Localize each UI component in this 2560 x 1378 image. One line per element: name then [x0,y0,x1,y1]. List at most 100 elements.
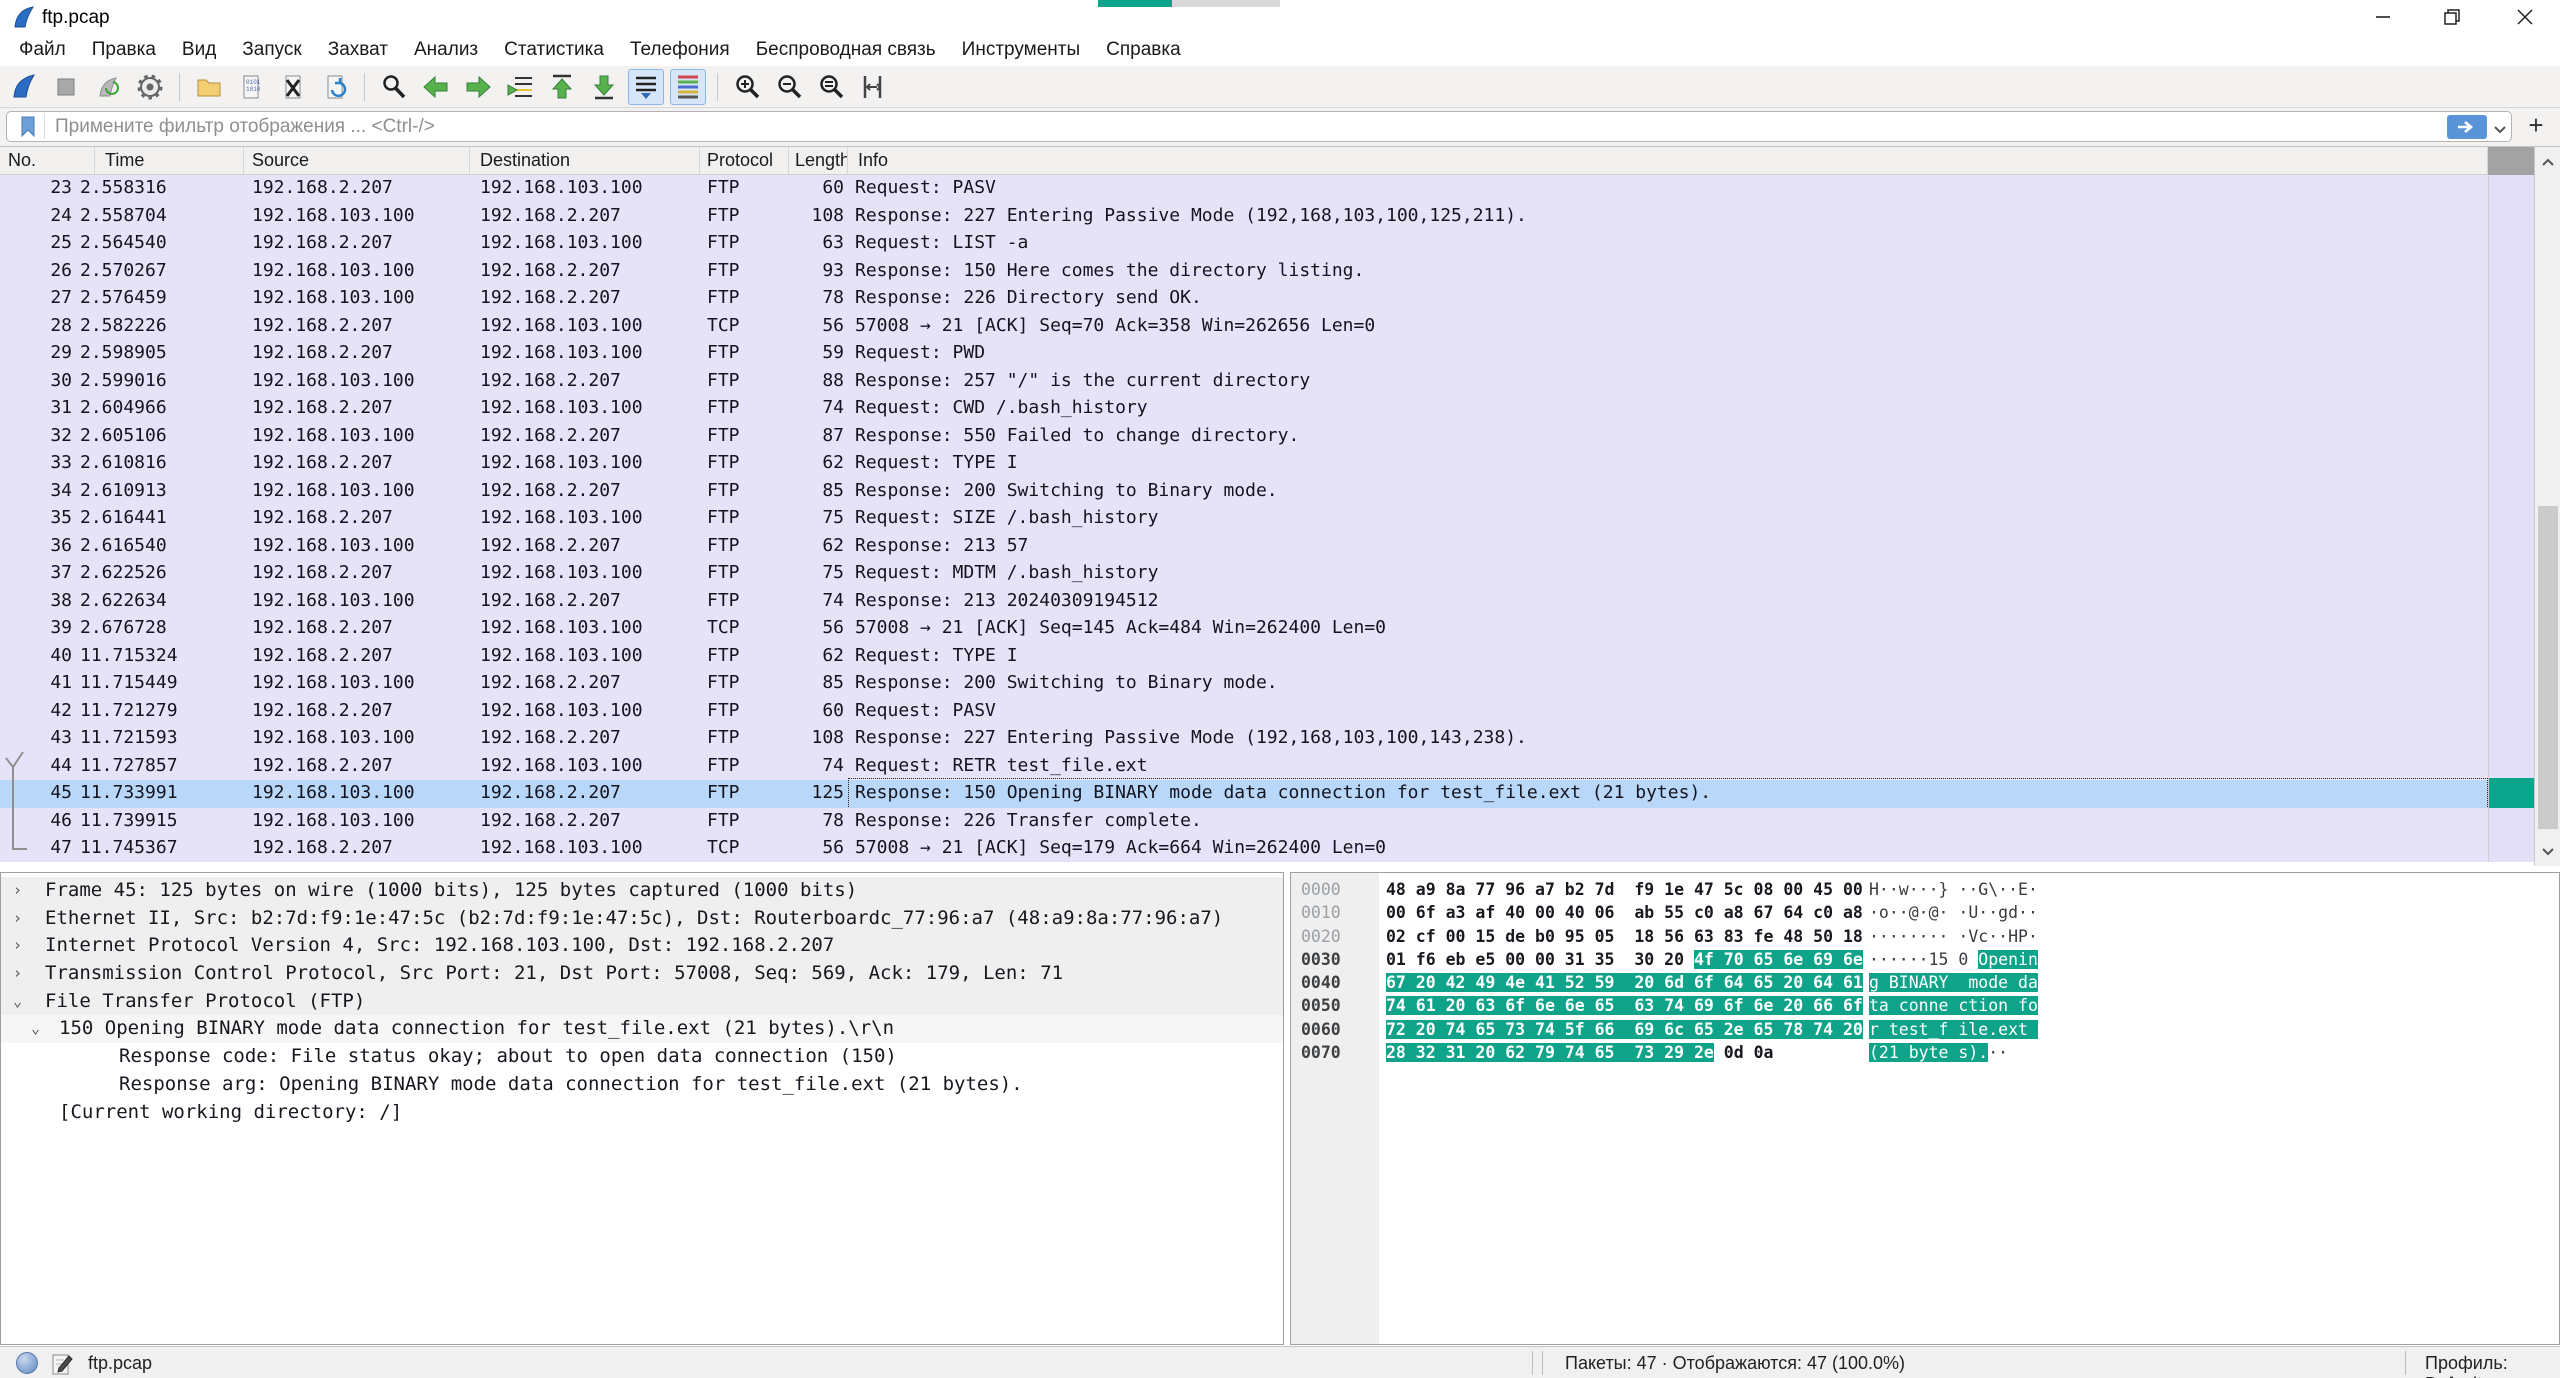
packet-row-40[interactable]: 4011.715324192.168.2.207192.168.103.100F… [0,643,2488,671]
scroll-up-button[interactable] [2535,147,2560,177]
column-header-length[interactable]: Length [789,147,848,175]
menu-item-9[interactable]: Беспроводная связь [743,36,949,64]
packet-row-43[interactable]: 4311.721593192.168.103.100192.168.2.207F… [0,725,2488,753]
add-filter-button[interactable]: + [2520,110,2552,140]
hex-row-0030[interactable]: 003001 f6 eb e5 00 00 31 35 30 20 4f 70 … [1291,948,2559,971]
expander-closed-icon[interactable]: › [13,905,22,933]
packet-row-47[interactable]: 4711.745367192.168.2.207192.168.103.100T… [0,835,2488,863]
expert-info-icon[interactable] [16,1352,38,1374]
zoom-out-icon[interactable] [771,69,807,105]
packet-row-28[interactable]: 282.582226192.168.2.207192.168.103.100TC… [0,313,2488,341]
packet-row-24[interactable]: 242.558704192.168.103.100192.168.2.207FT… [0,203,2488,231]
filter-bookmark-icon[interactable] [11,114,45,139]
restore-button[interactable] [2419,0,2485,34]
capture-options-gear-icon[interactable] [132,69,168,105]
detail-row-6[interactable]: ⌄150 Opening BINARY mode data connection… [1,1015,1283,1043]
status-profile[interactable]: Профиль: Default [2425,1353,2560,1378]
detail-row-5[interactable]: ⌄File Transfer Protocol (FTP) [1,988,1283,1016]
go-last-packet-icon[interactable] [586,69,622,105]
packet-row-34[interactable]: 342.610913192.168.103.100192.168.2.207FT… [0,478,2488,506]
expander-closed-icon[interactable]: › [13,877,22,905]
hex-row-0060[interactable]: 006072 20 74 65 73 74 5f 66 69 6c 65 2e … [1291,1018,2559,1041]
zoom-in-icon[interactable] [729,69,765,105]
reload-file-icon[interactable] [317,69,353,105]
packet-row-32[interactable]: 322.605106192.168.103.100192.168.2.207FT… [0,423,2488,451]
detail-row-8[interactable]: Response arg: Opening BINARY mode data c… [1,1071,1283,1099]
packet-row-23[interactable]: 232.558316192.168.2.207192.168.103.100FT… [0,175,2488,203]
hex-row-0020[interactable]: 002002 cf 00 15 de b0 95 05 18 56 63 83 … [1291,925,2559,948]
save-file-icon[interactable]: 01011010 [233,69,269,105]
packet-row-38[interactable]: 382.622634192.168.103.100192.168.2.207FT… [0,588,2488,616]
filter-dropdown-caret[interactable] [2493,122,2507,140]
detail-row-9[interactable]: [Current working directory: /] [1,1099,1283,1127]
menu-item-5[interactable]: Захват [315,36,401,64]
scroll-down-button[interactable] [2535,836,2560,866]
column-header-protocol[interactable]: Protocol [700,147,789,175]
packet-row-31[interactable]: 312.604966192.168.2.207192.168.103.100FT… [0,395,2488,423]
auto-scroll-icon[interactable] [628,69,664,105]
packet-row-29[interactable]: 292.598905192.168.2.207192.168.103.100FT… [0,340,2488,368]
menu-item-6[interactable]: Анализ [401,36,491,64]
packet-row-44[interactable]: 4411.727857192.168.2.207192.168.103.100F… [0,753,2488,781]
hex-row-0050[interactable]: 005074 61 20 63 6f 6e 6e 65 63 74 69 6f … [1291,994,2559,1017]
packet-row-45[interactable]: 4511.733991192.168.103.100192.168.2.207F… [0,780,2488,808]
packet-row-25[interactable]: 252.564540192.168.2.207192.168.103.100FT… [0,230,2488,258]
go-forward-icon[interactable] [460,69,496,105]
find-packet-icon[interactable] [376,69,412,105]
column-header-time[interactable]: Time [95,147,244,175]
column-header-destination[interactable]: Destination [470,147,700,175]
packet-row-37[interactable]: 372.622526192.168.2.207192.168.103.100FT… [0,560,2488,588]
menu-item-2[interactable]: Правка [79,36,169,64]
expander-open-icon[interactable]: ⌄ [31,1015,40,1043]
detail-row-2[interactable]: ›Ethernet II, Src: b2:7d:f9:1e:47:5c (b2… [1,905,1283,933]
packet-row-33[interactable]: 332.610816192.168.2.207192.168.103.100FT… [0,450,2488,478]
go-to-packet-icon[interactable] [502,69,538,105]
menu-item-3[interactable]: Вид [169,36,229,64]
go-back-icon[interactable] [418,69,454,105]
close-button[interactable] [2492,0,2558,34]
apply-filter-button[interactable] [2447,115,2487,139]
packet-row-42[interactable]: 4211.721279192.168.2.207192.168.103.100F… [0,698,2488,726]
resize-columns-icon[interactable] [855,69,891,105]
minimize-button[interactable] [2350,0,2416,34]
expander-closed-icon[interactable]: › [13,932,22,960]
stop-capture-icon[interactable] [48,69,84,105]
packet-row-36[interactable]: 362.616540192.168.103.100192.168.2.207FT… [0,533,2488,561]
menu-item-4[interactable]: Запуск [229,36,314,64]
intelligent-scrollbar-minimap[interactable] [2488,175,2534,862]
menu-item-11[interactable]: Справка [1093,36,1194,64]
packet-row-27[interactable]: 272.576459192.168.103.100192.168.2.207FT… [0,285,2488,313]
start-capture-fin-icon[interactable] [6,69,42,105]
open-file-folder-icon[interactable] [191,69,227,105]
detail-row-4[interactable]: ›Transmission Control Protocol, Src Port… [1,960,1283,988]
display-filter-input[interactable]: Примените фильтр отображения ... <Ctrl-/… [6,111,2512,142]
detail-row-3[interactable]: ›Internet Protocol Version 4, Src: 192.1… [1,932,1283,960]
menu-item-10[interactable]: Инструменты [949,36,1093,64]
colorize-packets-icon[interactable] [670,69,706,105]
hex-row-0040[interactable]: 004067 20 42 49 4e 41 52 59 20 6d 6f 64 … [1291,971,2559,994]
scrollbar-thumb[interactable] [2538,506,2558,829]
detail-row-7[interactable]: Response code: File status okay; about t… [1,1043,1283,1071]
restart-capture-icon[interactable] [90,69,126,105]
capture-comment-icon[interactable] [50,1352,74,1376]
packet-row-39[interactable]: 392.676728192.168.2.207192.168.103.100TC… [0,615,2488,643]
close-file-icon[interactable] [275,69,311,105]
column-header-info[interactable]: Info [848,147,2488,175]
packet-row-35[interactable]: 352.616441192.168.2.207192.168.103.100FT… [0,505,2488,533]
menu-item-7[interactable]: Статистика [491,36,617,64]
hex-row-0000[interactable]: 000048 a9 8a 77 96 a7 b2 7d f9 1e 47 5c … [1291,878,2559,901]
column-header-no[interactable]: No. [0,147,95,175]
zoom-reset-icon[interactable] [813,69,849,105]
column-header-source[interactable]: Source [244,147,470,175]
detail-row-1[interactable]: ›Frame 45: 125 bytes on wire (1000 bits)… [1,877,1283,905]
packet-row-46[interactable]: 4611.739915192.168.103.100192.168.2.207F… [0,808,2488,836]
go-first-packet-icon[interactable] [544,69,580,105]
packet-list-scrollbar[interactable] [2534,147,2560,866]
menu-item-8[interactable]: Телефония [617,36,743,64]
packet-row-41[interactable]: 4111.715449192.168.103.100192.168.2.207F… [0,670,2488,698]
expander-closed-icon[interactable]: › [13,960,22,988]
expander-open-icon[interactable]: ⌄ [13,988,22,1016]
menu-item-1[interactable]: Файл [6,36,79,64]
hex-row-0010[interactable]: 001000 6f a3 af 40 00 40 06 ab 55 c0 a8 … [1291,901,2559,924]
packet-row-30[interactable]: 302.599016192.168.103.100192.168.2.207FT… [0,368,2488,396]
